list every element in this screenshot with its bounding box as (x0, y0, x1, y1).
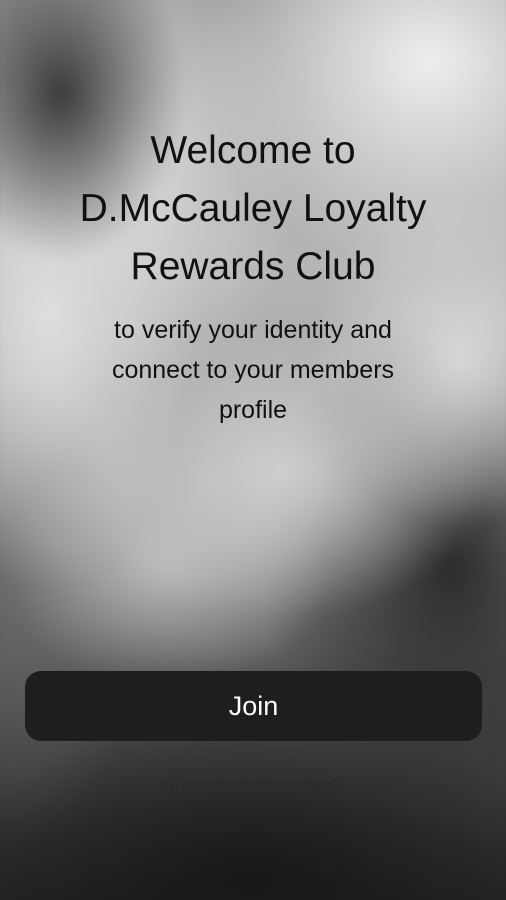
welcome-title: Welcome to D.McCauley Loyalty Rewards Cl… (0, 122, 506, 296)
welcome-subtitle-line-3: profile (218, 396, 288, 424)
welcome-title-line-3: Rewards Club (130, 245, 376, 288)
welcome-title-line-2: D.McCauley Loyalty (79, 187, 427, 230)
already-member-link[interactable]: Already a member? (0, 774, 506, 798)
welcome-subtitle-line-2: connect to your members (111, 356, 395, 384)
welcome-title-line-1: Welcome to (150, 129, 356, 172)
welcome-subtitle: to verify your identity and connect to y… (40, 310, 466, 430)
onboarding-screen: Welcome to D.McCauley Loyalty Rewards Cl… (0, 0, 506, 900)
join-button[interactable]: Join (25, 671, 482, 741)
welcome-subtitle-line-1: to verify your identity and (114, 316, 392, 344)
